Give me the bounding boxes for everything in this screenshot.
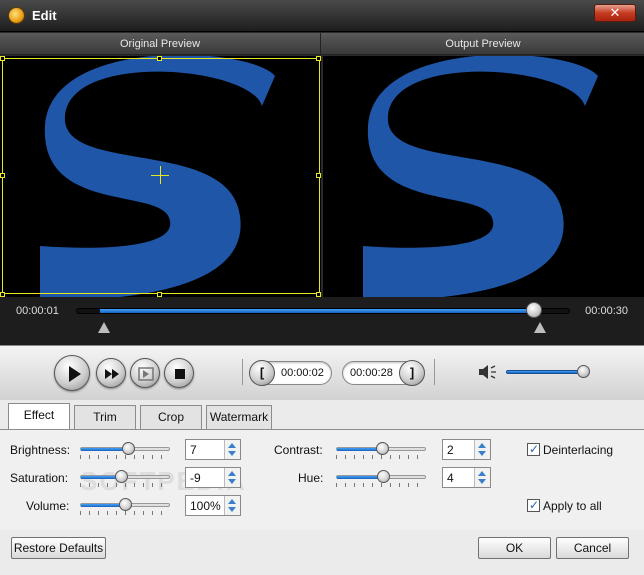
brightness-slider-knob[interactable] (122, 442, 135, 455)
deinterlacing-checkbox[interactable]: ✓ (527, 442, 540, 456)
crop-handle-right[interactable] (316, 173, 321, 178)
original-preview-label: Original Preview (0, 33, 321, 55)
contrast-down-icon[interactable] (478, 451, 486, 456)
app-logo-icon (8, 7, 25, 24)
hue-up-icon[interactable] (478, 471, 486, 476)
tab-crop[interactable]: Crop (140, 405, 202, 429)
settings-area: Effect Trim Crop Watermark SOFTPEDIA Bri… (0, 400, 644, 575)
hue-stepper[interactable]: 4 (442, 467, 491, 488)
saturation-down-icon[interactable] (228, 479, 236, 484)
speaker-icon[interactable] (478, 364, 498, 380)
playback-controls: [ 00:00:02 00:00:28 ] (0, 345, 644, 400)
saturation-value: -9 (190, 471, 201, 485)
hue-slider[interactable] (336, 467, 426, 489)
deinterlacing-label[interactable]: Deinterlacing (543, 443, 613, 457)
checkmark-icon: ✓ (529, 498, 540, 512)
volume-value: 100% (190, 499, 221, 513)
fast-forward-button[interactable] (96, 358, 126, 388)
ok-button[interactable]: OK (478, 537, 551, 559)
hue-value: 4 (447, 471, 454, 485)
brightness-down-icon[interactable] (228, 451, 236, 456)
saturation-up-icon[interactable] (228, 471, 236, 476)
output-preview-pane (323, 56, 644, 297)
saturation-slider[interactable] (80, 467, 170, 489)
preview-headers: Original Preview Output Preview (0, 33, 644, 55)
checkmark-icon: ✓ (529, 442, 540, 456)
output-preview-label: Output Preview (445, 38, 521, 50)
apply-to-all-checkbox[interactable]: ✓ (527, 498, 540, 512)
apply-to-all-label[interactable]: Apply to all (543, 499, 602, 513)
title-bar: Edit ✕ (0, 0, 644, 32)
volume-slider[interactable] (506, 370, 586, 374)
brightness-label: Brightness: (10, 443, 71, 457)
volume-gain-slider[interactable] (80, 495, 170, 517)
effect-panel: SOFTPEDIA Brightness: 7 Saturation: -9 V… (0, 429, 644, 530)
brightness-up-icon[interactable] (228, 443, 236, 448)
play-button[interactable] (54, 355, 90, 391)
brightness-value: 7 (190, 443, 197, 457)
crop-handle-top-right[interactable] (316, 56, 321, 61)
separator (242, 359, 243, 385)
timeline-selection (100, 309, 534, 313)
original-preview-pane[interactable]: S (0, 56, 321, 297)
crop-rectangle[interactable] (2, 58, 320, 294)
trim-end-field[interactable]: 00:00:28 ] (342, 360, 425, 386)
cancel-button[interactable]: Cancel (556, 537, 629, 559)
brightness-stepper[interactable]: 7 (185, 439, 241, 460)
trim-end-time: 00:00:28 (350, 367, 393, 379)
trim-start-field[interactable]: [ 00:00:02 (249, 360, 332, 386)
crop-handle-top-left[interactable] (0, 56, 5, 61)
tab-watermark[interactable]: Watermark (206, 405, 272, 429)
volume-gain-slider-knob[interactable] (119, 498, 132, 511)
close-button[interactable]: ✕ (594, 4, 636, 22)
window-title: Edit (32, 8, 57, 23)
volume-up-icon[interactable] (228, 499, 236, 504)
separator (434, 359, 435, 385)
trim-start-marker[interactable] (98, 322, 110, 333)
timeline-playhead[interactable] (526, 302, 542, 318)
trim-end-marker[interactable] (534, 322, 546, 333)
stop-button[interactable] (164, 358, 194, 388)
crop-handle-top[interactable] (157, 56, 162, 61)
volume-down-icon[interactable] (228, 507, 236, 512)
set-end-button[interactable]: ] (399, 360, 425, 386)
contrast-up-icon[interactable] (478, 443, 486, 448)
volume-stepper[interactable]: 100% (185, 495, 241, 516)
saturation-slider-knob[interactable] (115, 470, 128, 483)
saturation-label: Saturation: (10, 471, 69, 485)
timeline-start-time: 00:00:01 (16, 305, 59, 317)
contrast-slider-knob[interactable] (376, 442, 389, 455)
restore-defaults-button[interactable]: Restore Defaults (11, 537, 106, 559)
tab-effect[interactable]: Effect (8, 403, 70, 430)
contrast-value: 2 (447, 443, 454, 457)
contrast-stepper[interactable]: 2 (442, 439, 491, 460)
play-icon (69, 366, 81, 382)
stop-icon (175, 369, 185, 379)
hue-down-icon[interactable] (478, 479, 486, 484)
volume-label: Volume: (26, 499, 70, 513)
brightness-slider[interactable] (80, 439, 170, 461)
hue-slider-knob[interactable] (377, 470, 390, 483)
timeline-end-time: 00:00:30 (585, 305, 628, 317)
volume-slider-knob[interactable] (577, 365, 590, 378)
hue-label: Hue: (298, 471, 324, 485)
tab-trim[interactable]: Trim (74, 405, 136, 429)
trim-start-time: 00:00:02 (281, 367, 324, 379)
output-video-frame (363, 56, 598, 297)
fast-forward-icon (105, 369, 119, 379)
next-frame-button[interactable] (130, 358, 160, 388)
set-start-button[interactable]: [ (249, 360, 275, 386)
next-frame-icon (138, 367, 154, 381)
contrast-label: Contrast: (274, 443, 323, 457)
timeline: 00:00:01 00:00:30 (0, 297, 644, 345)
crop-handle-left[interactable] (0, 173, 5, 178)
crosshair-vertical (160, 166, 161, 184)
saturation-stepper[interactable]: -9 (185, 467, 241, 488)
contrast-slider[interactable] (336, 439, 426, 461)
